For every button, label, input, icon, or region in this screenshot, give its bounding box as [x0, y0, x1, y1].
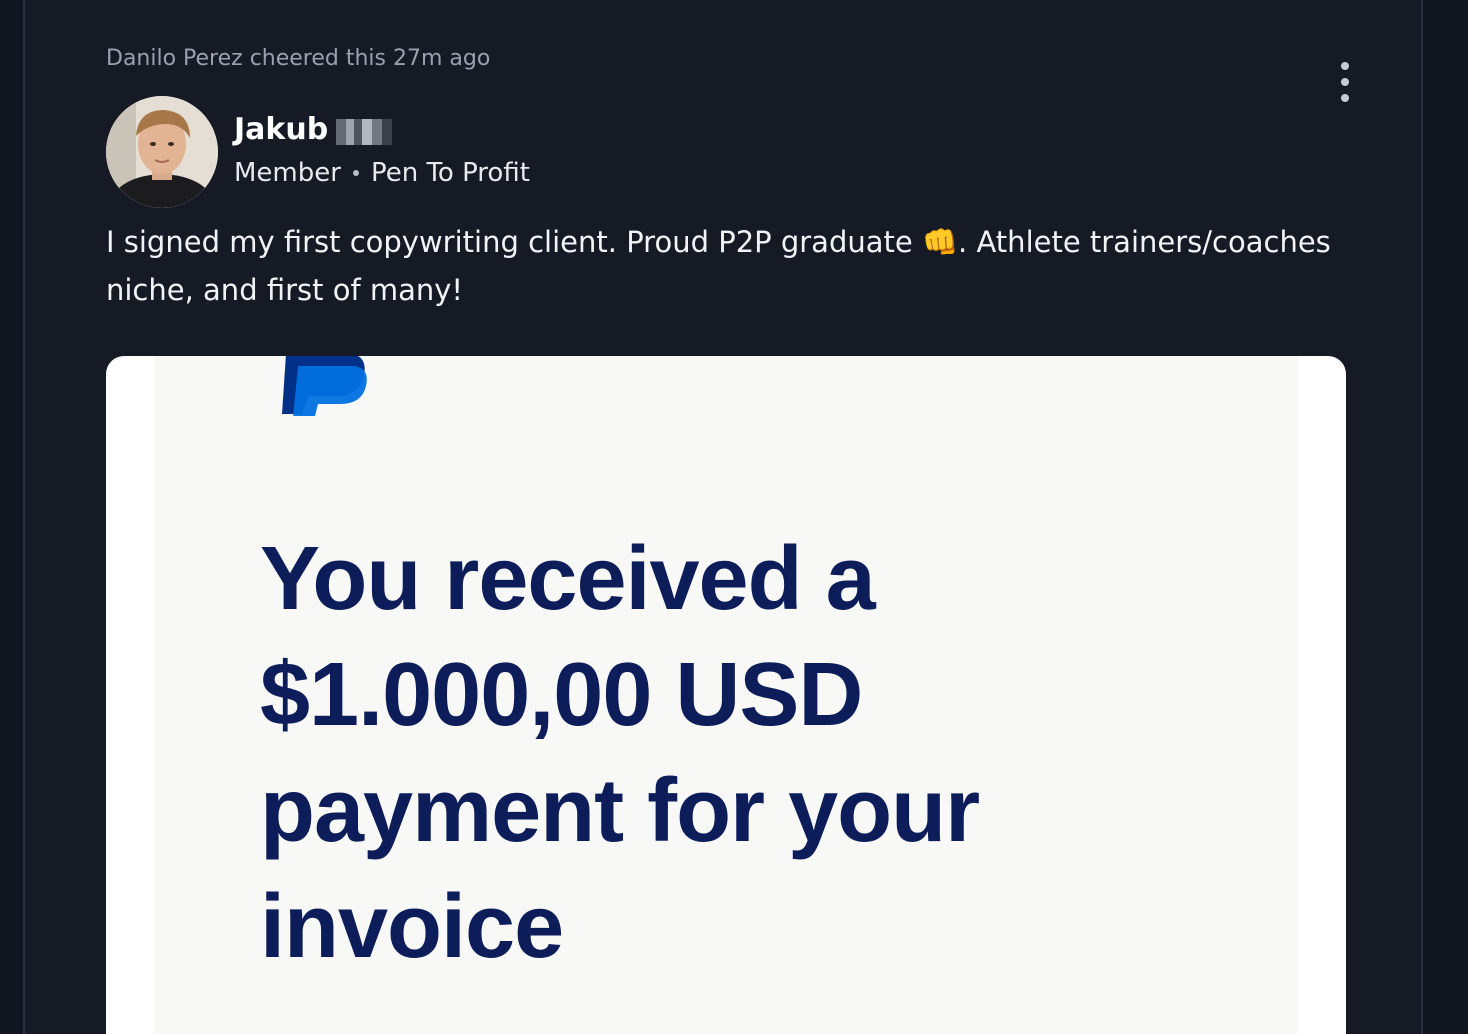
post-image[interactable]: You received a $1.000,00 USD payment for… [106, 356, 1346, 1034]
menu-dot [1341, 94, 1349, 102]
more-options-icon[interactable] [1331, 60, 1359, 104]
avatar-photo [106, 96, 218, 208]
headline-line-3: payment for your [260, 761, 980, 861]
activity-line: Danilo Perez cheered this 27m ago [106, 46, 491, 71]
page: Danilo Perez cheered this 27m ago Jakub [0, 0, 1468, 1034]
author-group[interactable]: Pen To Profit [371, 158, 530, 188]
post-card: Danilo Perez cheered this 27m ago Jakub [23, 0, 1423, 1034]
paypal-logo [282, 356, 367, 416]
post-body: I signed my first copywriting client. Pr… [106, 218, 1356, 314]
headline-line-2: $1.000,00 USD [260, 645, 863, 745]
author-avatar[interactable] [106, 96, 218, 208]
payment-screenshot: You received a $1.000,00 USD payment for… [154, 356, 1298, 1034]
author-meta: Member Pen To Profit [234, 158, 530, 188]
menu-dot [1341, 62, 1349, 70]
author-name[interactable]: Jakub [234, 112, 328, 147]
post-body-part1: I signed my first copywriting client. Pr… [106, 225, 922, 259]
author-role: Member [234, 158, 341, 188]
redacted-surname [336, 118, 393, 145]
payment-headline: You received a $1.000,00 USD payment for… [260, 521, 1160, 985]
headline-line-4: invoice [260, 877, 564, 977]
headline-line-1: You received a [260, 529, 876, 629]
meta-separator-dot [352, 170, 359, 176]
menu-dot [1341, 78, 1349, 86]
author-name-row: Jakub [234, 112, 393, 147]
fist-bump-emoji: 👊 [921, 225, 959, 259]
